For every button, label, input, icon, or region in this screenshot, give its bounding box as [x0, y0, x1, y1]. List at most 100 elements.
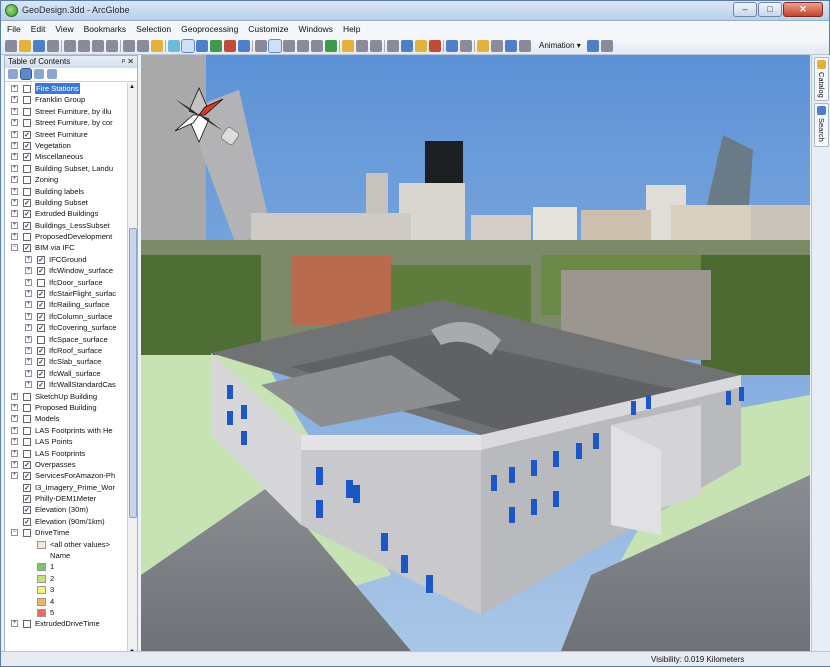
fly-tool-icon[interactable] [297, 39, 309, 52]
layer-visibility-checkbox[interactable]: ✓ [23, 495, 31, 504]
toc-layer-row[interactable]: + IfcDoor_surface [5, 277, 127, 288]
expand-icon[interactable]: + [25, 312, 32, 320]
narrow-target-icon[interactable] [356, 39, 368, 52]
toc-layer-row[interactable]: − ✓ BIM via IFC [5, 242, 127, 253]
toc-layer-row[interactable]: ✓ Elevation (30m) [5, 504, 127, 515]
toc-layer-row[interactable]: + ✓ Building Subset [5, 197, 127, 208]
toc-layer-row[interactable]: + ✓ IfcSlab_surface [5, 356, 127, 367]
menu-item-help[interactable]: Help [343, 24, 360, 34]
layer-visibility-checkbox[interactable] [23, 449, 31, 458]
layer-visibility-checkbox[interactable]: ✓ [37, 346, 45, 355]
expand-icon[interactable]: + [11, 449, 18, 457]
layer-visibility-checkbox[interactable]: ✓ [37, 301, 45, 310]
animation-dropdown[interactable]: Animation ▾ [539, 41, 581, 50]
layer-visibility-checkbox[interactable] [23, 164, 31, 173]
globe-3d-view[interactable] [141, 55, 810, 651]
layer-visibility-checkbox[interactable] [37, 335, 45, 344]
toc-layer-row[interactable]: + ✓ Street Furniture [5, 129, 127, 140]
layer-visibility-checkbox[interactable]: ✓ [23, 198, 31, 207]
layer-visibility-checkbox[interactable] [23, 187, 31, 196]
toc-layer-row[interactable]: + ✓ Overpasses [5, 459, 127, 470]
layer-visibility-checkbox[interactable]: ✓ [23, 244, 31, 253]
catalog-tab[interactable]: Catalog [814, 57, 829, 101]
globe-view-icon[interactable] [168, 39, 180, 52]
toc-layer-row[interactable]: + Building labels [5, 186, 127, 197]
list-by-selection-icon[interactable] [47, 69, 57, 79]
copy-icon[interactable] [78, 39, 90, 52]
expand-icon[interactable]: + [11, 415, 18, 423]
layer-visibility-checkbox[interactable]: ✓ [37, 312, 45, 321]
layer-visibility-checkbox[interactable]: ✓ [23, 483, 31, 492]
zoom-percent-icon[interactable] [342, 39, 354, 52]
toc-layer-row[interactable]: + ✓ ServicesForAmazon-Ph [5, 470, 127, 481]
layer-visibility-checkbox[interactable] [23, 620, 31, 629]
expand-icon[interactable]: + [25, 335, 32, 343]
expand-icon[interactable]: + [25, 381, 32, 389]
expand-icon[interactable]: + [25, 267, 32, 275]
print-icon[interactable] [47, 39, 59, 52]
toc-layer-row[interactable]: + ✓ IFCGround [5, 254, 127, 265]
toc-layer-row[interactable]: + ✓ IfcWindow_surface [5, 265, 127, 276]
toc-layer-row[interactable]: ✓ Elevation (90m/1km) [5, 516, 127, 527]
delete-icon[interactable] [106, 39, 118, 52]
layer-visibility-checkbox[interactable]: ✓ [23, 210, 31, 219]
toc-layer-row[interactable]: − DriveTime [5, 527, 127, 538]
toc-layer-row[interactable]: + IfcSpace_surface [5, 334, 127, 345]
maximize-button[interactable]: □ [758, 2, 782, 17]
open-folder-icon[interactable] [19, 39, 31, 52]
toc-layer-row[interactable]: + ProposedDevelopment [5, 231, 127, 242]
expand-icon[interactable]: + [11, 153, 18, 161]
toc-layer-row[interactable]: + Models [5, 413, 127, 424]
python-window-icon[interactable] [238, 39, 250, 52]
layer-visibility-checkbox[interactable]: ✓ [37, 324, 45, 333]
toc-layer-row[interactable]: + LAS Footprints with He [5, 425, 127, 436]
animation-manager-icon[interactable] [600, 39, 613, 52]
undo-icon[interactable] [123, 39, 135, 52]
expand-icon[interactable]: + [11, 85, 18, 92]
layer-visibility-checkbox[interactable] [23, 96, 31, 105]
new-document-icon[interactable] [5, 39, 17, 52]
layer-visibility-checkbox[interactable] [23, 233, 31, 242]
list-by-drawing-order-icon[interactable] [8, 69, 18, 79]
layer-visibility-checkbox[interactable]: ✓ [23, 141, 31, 150]
pin-icon[interactable]: ᵖ [122, 56, 125, 68]
menu-item-edit[interactable]: Edit [31, 24, 46, 34]
scroll-up-icon[interactable]: ▲ [129, 84, 135, 90]
layer-visibility-checkbox[interactable]: ✓ [37, 255, 45, 264]
expand-icon[interactable]: + [11, 438, 18, 446]
layer-visibility-checkbox[interactable] [23, 176, 31, 185]
layer-visibility-checkbox[interactable] [23, 403, 31, 412]
expand-icon[interactable]: + [11, 164, 18, 172]
layer-properties-icon[interactable] [505, 39, 517, 52]
paste-icon[interactable] [92, 39, 104, 52]
toc-layer-row[interactable]: + ✓ IfcStairFlight_surfac [5, 288, 127, 299]
toc-layer-row[interactable]: + Street Furniture, by cor [5, 117, 127, 128]
expand-icon[interactable]: + [11, 221, 18, 229]
expand-icon[interactable]: + [11, 176, 18, 184]
expand-icon[interactable]: + [11, 130, 18, 138]
measure-icon[interactable] [460, 39, 472, 52]
toc-layer-row[interactable]: + ✓ Vegetation [5, 140, 127, 151]
menu-item-selection[interactable]: Selection [136, 24, 171, 34]
minimize-button[interactable]: – [733, 2, 757, 17]
toc-layer-row[interactable]: + Fire Stations [5, 83, 127, 95]
select-arrow-icon[interactable] [387, 39, 399, 52]
center-target-icon[interactable] [311, 39, 323, 52]
add-data-icon[interactable] [151, 39, 163, 52]
layer-visibility-checkbox[interactable] [23, 426, 31, 435]
list-by-source-icon[interactable] [20, 68, 32, 80]
hyperlink-icon[interactable] [415, 39, 427, 52]
layer-visibility-checkbox[interactable] [23, 529, 31, 538]
expand-icon[interactable]: + [11, 233, 18, 241]
layer-visibility-checkbox[interactable]: ✓ [37, 381, 45, 390]
layer-visibility-checkbox[interactable] [23, 107, 31, 116]
display-mode-icon[interactable] [181, 38, 195, 53]
layer-visibility-checkbox[interactable] [23, 415, 31, 424]
html-popup-icon[interactable] [429, 39, 441, 52]
expand-icon[interactable]: + [11, 96, 18, 104]
toolbox-icon[interactable] [224, 39, 236, 52]
toc-layer-row[interactable]: + ✓ Buildings_LessSubset [5, 220, 127, 231]
expand-icon[interactable]: + [11, 141, 18, 149]
full-extent-icon[interactable] [325, 39, 337, 52]
expand-icon[interactable]: + [11, 620, 18, 628]
